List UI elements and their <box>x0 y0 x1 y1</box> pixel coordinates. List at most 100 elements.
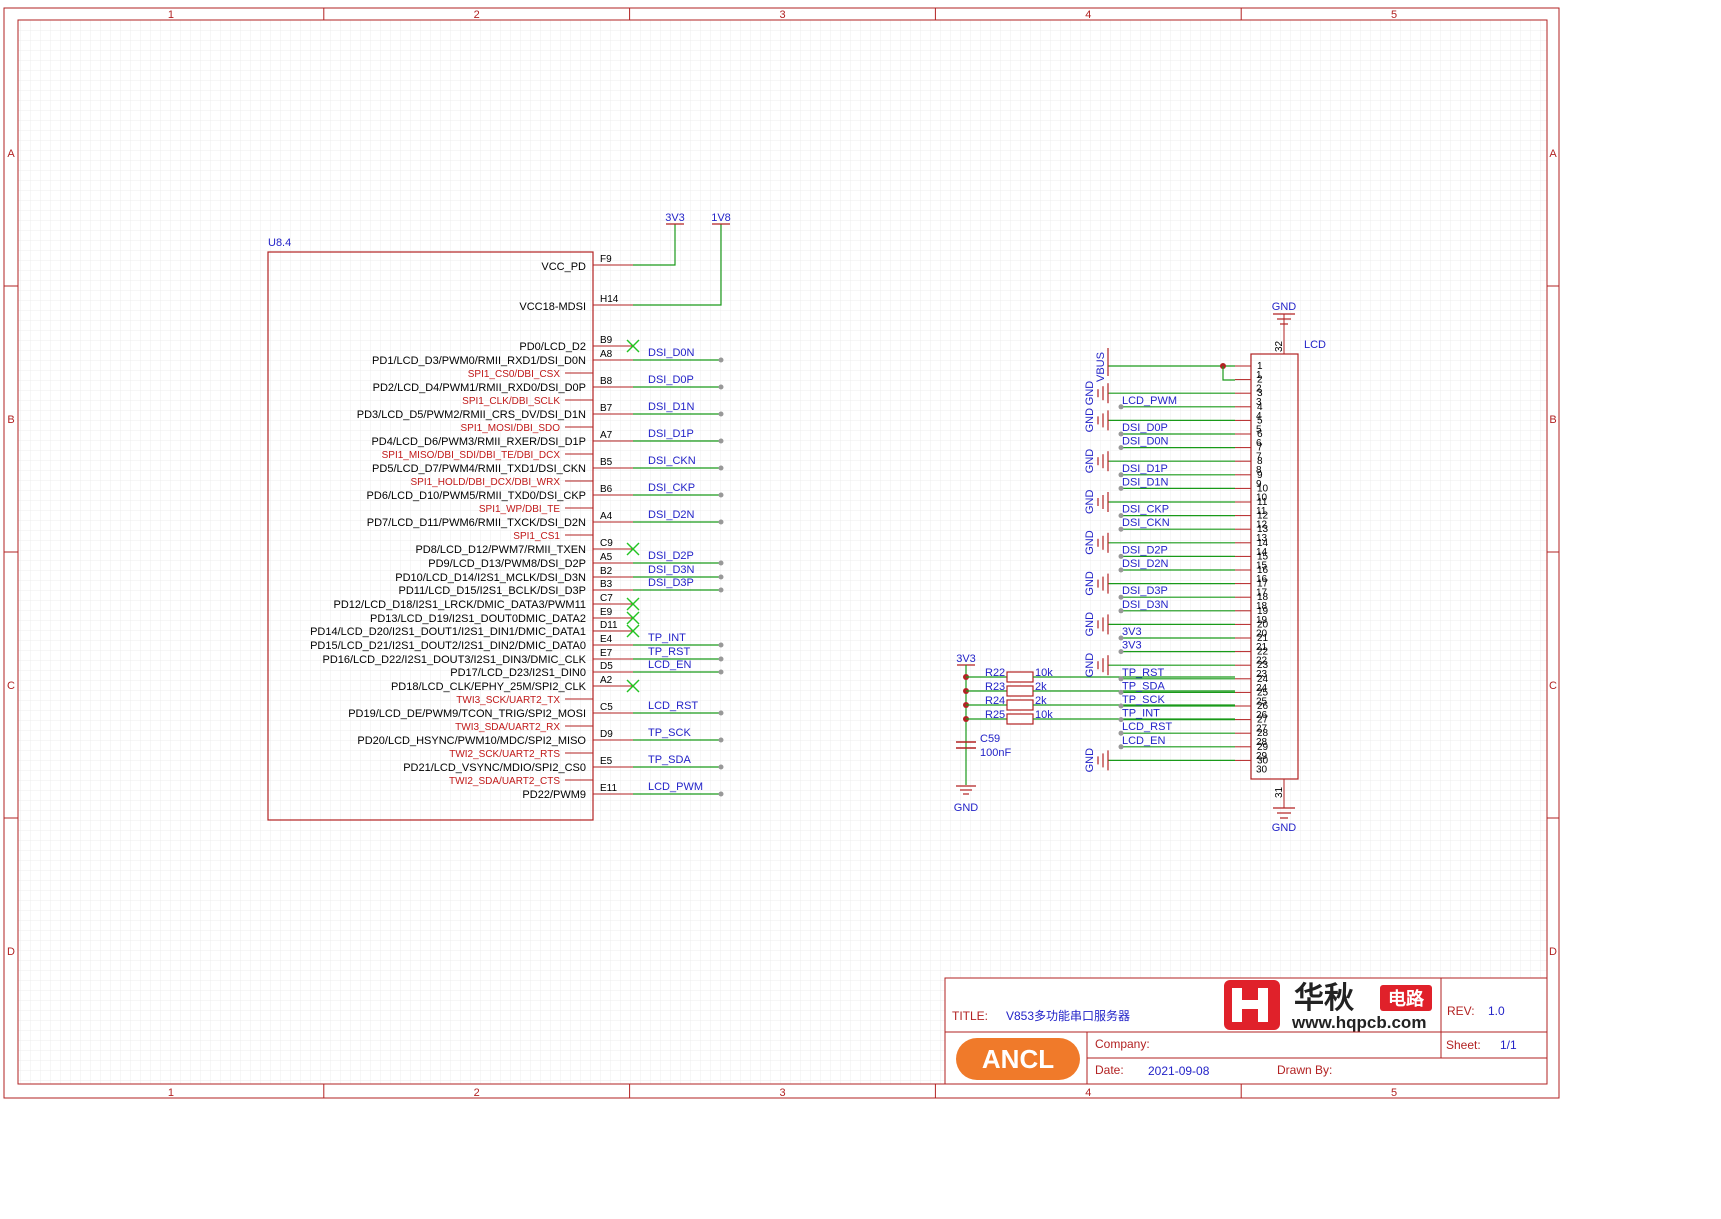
c59-gnd-label: GND <box>954 802 979 814</box>
net-terminal <box>718 357 724 363</box>
pullup-rail-label: 3V3 <box>956 653 976 665</box>
pin-name: PD1/LCD_D3/PWM0/RMII_RXD1/DSI_D0N <box>372 355 586 367</box>
pin-number: E7 <box>600 648 613 659</box>
rail-label-3v3: 3V3 <box>665 212 685 224</box>
net-label: DSI_CKN <box>648 455 696 467</box>
lcd-net-label: TP_SCK <box>1122 694 1165 706</box>
column-marker-top: 4 <box>1085 9 1091 21</box>
alt-function-label: SPI1_CLK/DBI_SCLK <box>462 396 560 407</box>
column-marker-top: 5 <box>1391 9 1397 21</box>
net-terminal <box>718 411 724 417</box>
pin-name: PD21/LCD_VSYNC/MDIO/SPI2_CS0 <box>403 762 586 774</box>
vbus-label: VBUS <box>1095 352 1107 382</box>
c59-value: 100nF <box>980 747 1011 759</box>
pin-name: PD7/LCD_D11/PWM6/RMII_TXCK/DSI_D2N <box>367 517 586 529</box>
gnd-label: GND <box>1084 612 1096 637</box>
lcd-net-label: DSI_D2N <box>1122 558 1169 570</box>
net-terminal <box>718 492 724 498</box>
resistor-value: 2k <box>1035 695 1047 707</box>
pin-name: PD4/LCD_D6/PWM3/RMII_RXER/DSI_D1P <box>371 436 586 448</box>
lcd-net-label: LCD_EN <box>1122 735 1165 747</box>
pin-number: E9 <box>600 607 613 618</box>
pin-name: PD18/LCD_CLK/EPHY_25M/SPI2_CLK <box>391 681 587 693</box>
resistor-ref: R25 <box>985 709 1005 721</box>
net-terminal <box>718 465 724 471</box>
pin-name: PD6/LCD_D10/PWM5/RMII_TXD0/DSI_CKP <box>367 490 586 502</box>
net-terminal <box>718 519 724 525</box>
rail-label-1v8: 1V8 <box>711 212 731 224</box>
rev-value: 1.0 <box>1488 1004 1505 1018</box>
pin-number: C9 <box>600 538 613 549</box>
pin-name: PD17/LCD_D23/I2S1_DIN0 <box>450 667 586 679</box>
lcd-net-label: DSI_D1N <box>1122 476 1169 488</box>
pin-number: D5 <box>600 661 613 672</box>
net-label: TP_SDA <box>648 754 691 766</box>
date-label: Date: <box>1095 1063 1124 1077</box>
pin-name: PD2/LCD_D4/PWM1/RMII_RXD0/DSI_D0P <box>373 382 586 394</box>
pin-name-vcc-pd: VCC_PD <box>541 261 586 273</box>
gnd-label: GND <box>1084 653 1096 678</box>
pin-number: E11 <box>600 783 617 794</box>
pin-number: E4 <box>600 634 613 645</box>
lcd-ref: LCD <box>1304 339 1326 351</box>
net-label: DSI_D0P <box>648 374 694 386</box>
net-terminal <box>718 438 724 444</box>
net-label: TP_INT <box>648 632 686 644</box>
gnd-label: GND <box>1084 381 1096 406</box>
resistor-body <box>1006 685 1034 697</box>
u8-4-ref: U8.4 <box>268 237 291 249</box>
column-marker-bottom: 1 <box>168 1087 174 1099</box>
net-terminal <box>718 791 724 797</box>
pin-name: PD11/LCD_D15/I2S1_BCLK/DSI_D3P <box>398 585 586 597</box>
sheet-value: 1/1 <box>1500 1038 1517 1052</box>
row-marker-right: B <box>1549 414 1556 426</box>
pin-number: B7 <box>600 403 613 414</box>
pin-name: PD5/LCD_D7/PWM4/RMII_TXD1/DSI_CKN <box>372 463 586 475</box>
lcd-bottom-gnd-label: GND <box>1272 822 1297 834</box>
hqpcb-logo: 华秋 电路 www.hqpcb.com <box>1224 980 1432 1032</box>
net-label: DSI_D3N <box>648 564 695 576</box>
pin-number: A2 <box>600 675 613 686</box>
gnd-label: GND <box>1084 748 1096 773</box>
brand-tag: 电路 <box>1388 988 1425 1009</box>
lcd-net-label: DSI_D1P <box>1122 463 1168 475</box>
company-logo-text: ANCL <box>982 1044 1054 1074</box>
net-terminal <box>718 656 724 662</box>
brand-url: www.hqpcb.com <box>1291 1013 1426 1032</box>
net-label: LCD_PWM <box>648 781 703 793</box>
lcd-net-label: 3V3 <box>1122 640 1142 652</box>
c59-ref: C59 <box>980 733 1000 745</box>
alt-function-label: SPI1_HOLD/DBI_DCX/DBI_WRX <box>411 477 561 488</box>
gnd-label: GND <box>1084 449 1096 474</box>
column-marker-top: 1 <box>168 9 174 21</box>
pin-name: PD19/LCD_DE/PWM9/TCON_TRIG/SPI2_MOSI <box>348 708 586 720</box>
alt-function-label: SPI1_MOSI/DBI_SDO <box>461 423 561 434</box>
pin-number: B3 <box>600 579 613 590</box>
pin-name: PD12/LCD_D18/I2S1_LRCK/DMIC_DATA3/PWM11 <box>334 599 586 611</box>
alt-function-label: TWI3_SDA/UART2_RX <box>455 722 560 733</box>
pin-name-vcc18-mdsi: VCC18-MDSI <box>519 301 586 313</box>
row-marker-left: B <box>7 414 14 426</box>
resistor-body <box>1006 699 1034 711</box>
pin-number: B5 <box>600 457 613 468</box>
net-label: DSI_CKP <box>648 482 695 494</box>
pin-number: A5 <box>600 552 613 563</box>
pin-number: B2 <box>600 566 613 577</box>
net-label: DSI_D2P <box>648 550 694 562</box>
pin-name: PD20/LCD_HSYNC/PWM10/MDC/SPI2_MISO <box>357 735 586 747</box>
row-marker-right: D <box>1549 946 1557 958</box>
pin-number: B6 <box>600 484 613 495</box>
schematic-canvas: 1 1 2 2 3 3 4 4 5 5 A A B B C C D D U8.4 VCC_PD F9 3V3 VC… <box>3 7 1560 1099</box>
pin-number: D9 <box>600 729 613 740</box>
pin-name: PD0/LCD_D2 <box>519 341 586 353</box>
net-terminal <box>718 669 724 675</box>
company-label: Company: <box>1095 1037 1150 1051</box>
alt-function-label: SPI1_CS0/DBI_CSX <box>468 369 561 380</box>
lcd-net-label: 3V3 <box>1122 626 1142 638</box>
lcd-top-gnd-label: GND <box>1272 301 1297 313</box>
lcd-pin-number-outer: 30 <box>1256 764 1268 775</box>
grid-area <box>18 20 1547 1084</box>
lcd-net-label: TP_SDA <box>1122 680 1165 692</box>
gnd-label: GND <box>1084 530 1096 555</box>
lcd-net-label: LCD_PWM <box>1122 395 1177 407</box>
